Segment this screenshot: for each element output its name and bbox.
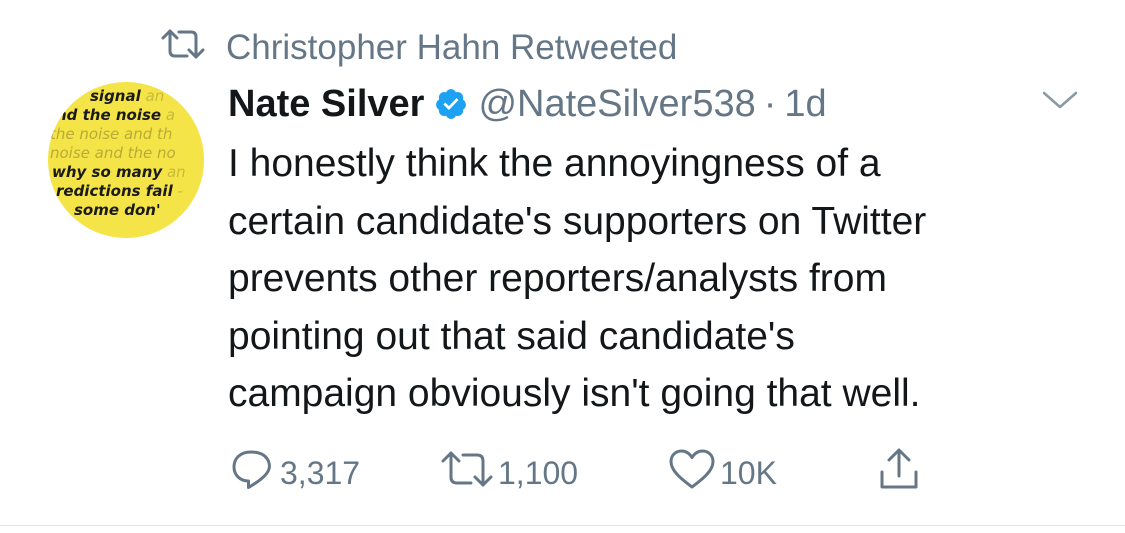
- avatar-text-line: signal an: [90, 87, 165, 105]
- tweet-text-line: I honestly think the annoyingness of a: [228, 142, 881, 185]
- heart-icon: [668, 448, 720, 498]
- retweet-icon: [160, 28, 206, 68]
- meta-separator: ·: [763, 82, 777, 125]
- reply-icon: [230, 448, 280, 498]
- retweet-count: 1,100: [498, 454, 579, 491]
- tweet-actions: 3,317 1,100 10K: [230, 448, 924, 498]
- avatar-text-line: some don': [74, 201, 161, 219]
- verified-badge-icon: [434, 87, 468, 121]
- tweet-text-line: prevents other reporters/analysts from: [228, 257, 887, 300]
- retweet-button[interactable]: 1,100: [440, 451, 668, 495]
- tweet-text-line: pointing out that said candidate's: [228, 314, 795, 358]
- tweet-header: Nate Silver @NateSilver538 · 1d: [228, 78, 827, 130]
- avatar-text-line: nd the noise a: [56, 106, 176, 124]
- retweeted-by-label[interactable]: Christopher Hahn Retweeted: [226, 28, 677, 68]
- social-context[interactable]: Christopher Hahn Retweeted: [160, 26, 677, 70]
- reply-button[interactable]: 3,317: [230, 448, 440, 498]
- reply-count: 3,317: [280, 454, 361, 491]
- tweet-text-line: certain candidate's supporters on Twitte…: [228, 199, 927, 243]
- tweet-timestamp[interactable]: 1d: [784, 83, 826, 126]
- share-button[interactable]: [878, 447, 924, 499]
- author-handle[interactable]: @NateSilver538: [478, 83, 755, 126]
- like-count: 10K: [720, 454, 777, 491]
- retweet-icon: [440, 451, 498, 495]
- like-button[interactable]: 10K: [668, 448, 878, 498]
- tweet-divider: [0, 525, 1125, 526]
- avatar-text-line: redictions fail -: [56, 182, 183, 200]
- avatar[interactable]: signal an nd the noise a the noise and t…: [48, 82, 204, 238]
- avatar-text-line: noise and the no: [50, 144, 176, 162]
- avatar-text-line: the noise and th: [50, 125, 173, 143]
- author-name[interactable]: Nate Silver: [228, 83, 424, 126]
- tweet-text: I honestly think the annoyingness of a c…: [228, 135, 1098, 423]
- avatar-text-line: why so many an: [52, 163, 186, 181]
- share-icon: [878, 447, 924, 499]
- tweet-text-line: campaign obviously isn't going that well…: [228, 372, 921, 415]
- chevron-down-icon[interactable]: [1040, 88, 1080, 117]
